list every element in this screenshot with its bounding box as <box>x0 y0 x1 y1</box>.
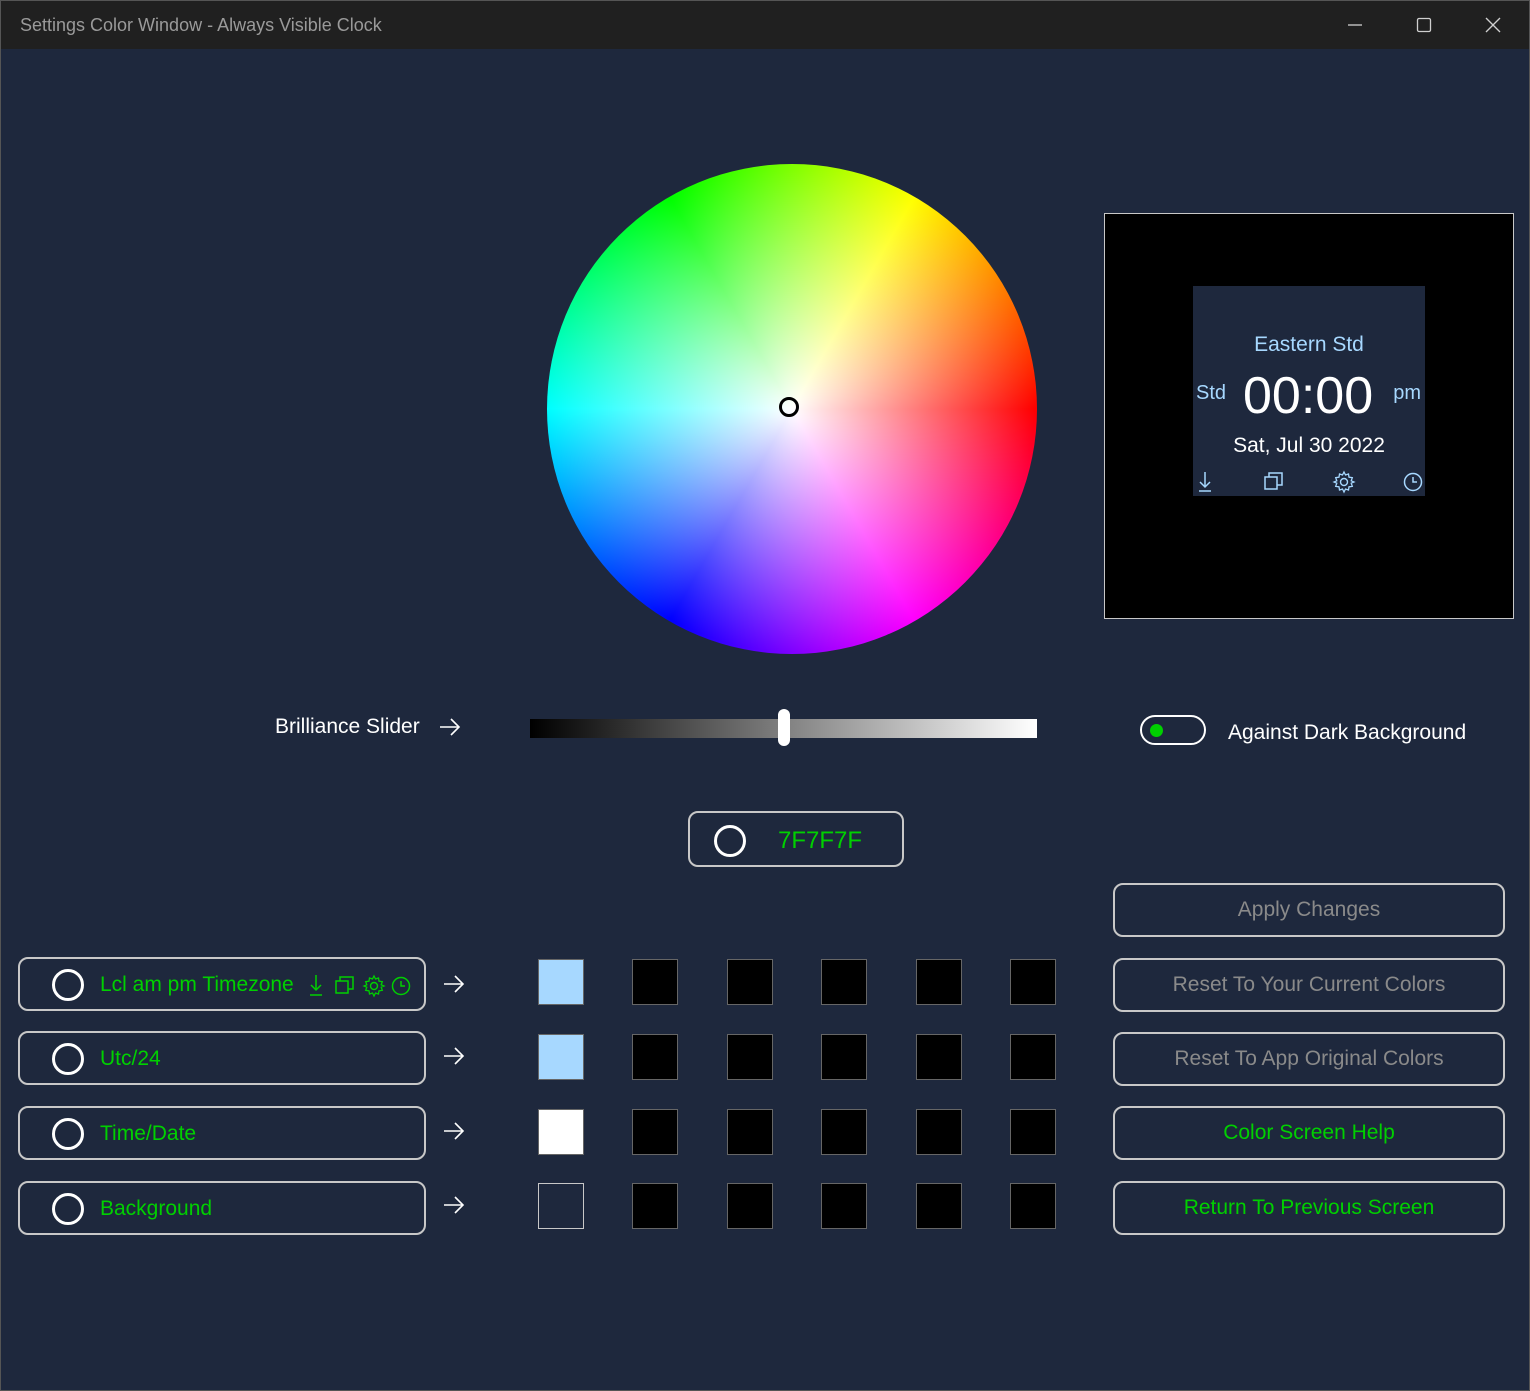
arrow-right-icon <box>442 972 466 1001</box>
arrow-right-icon <box>442 1044 466 1073</box>
timezone-row-icons <box>308 973 418 1004</box>
preview-date: Sat, Jul 30 2022 <box>1233 434 1385 457</box>
brilliance-slider-thumb[interactable] <box>777 709 790 746</box>
color-swatch[interactable] <box>1010 959 1056 1005</box>
color-swatch[interactable] <box>916 1034 962 1080</box>
reset-original-colors-button[interactable]: Reset To App Original Colors <box>1113 1032 1505 1086</box>
element-button-utc[interactable]: Utc/24 <box>18 1031 426 1085</box>
title-bar: Settings Color Window - Always Visible C… <box>1 1 1529 49</box>
download-icon <box>310 975 322 996</box>
color-swatch[interactable] <box>632 1183 678 1229</box>
color-swatch[interactable] <box>538 1183 584 1229</box>
timezone-icon-strip <box>310 974 411 998</box>
radio-circle-icon <box>52 1118 84 1150</box>
download-icon <box>1197 470 1213 497</box>
preview-std-label: Std <box>1196 382 1227 404</box>
clock-icon <box>391 976 411 996</box>
maximize-button[interactable] <box>1390 1 1458 49</box>
color-swatch[interactable] <box>727 1109 773 1155</box>
maximize-icon <box>1416 17 1432 33</box>
color-swatch[interactable] <box>821 1183 867 1229</box>
color-swatch[interactable] <box>727 959 773 1005</box>
element-button-time-date[interactable]: Time/Date <box>18 1106 426 1160</box>
element-button-background[interactable]: Background <box>18 1181 426 1235</box>
color-swatch[interactable] <box>538 1109 584 1155</box>
color-swatch[interactable] <box>1010 1109 1056 1155</box>
element-label: Background <box>100 1197 213 1220</box>
brilliance-slider-label: Brilliance Slider <box>275 715 420 738</box>
color-swatch[interactable] <box>632 959 678 1005</box>
copy-icon <box>1263 470 1285 497</box>
arrow-right-icon <box>442 1119 466 1148</box>
color-swatch[interactable] <box>821 959 867 1005</box>
preview-ampm: pm <box>1393 382 1421 404</box>
color-swatch[interactable] <box>632 1034 678 1080</box>
copy-icon <box>335 976 354 994</box>
color-swatch[interactable] <box>727 1034 773 1080</box>
close-icon <box>1485 17 1501 33</box>
color-wheel[interactable] <box>547 164 1037 654</box>
arrow-right-icon <box>438 715 462 744</box>
radio-circle-icon <box>52 1043 84 1075</box>
preview-time: 00:00 <box>1243 367 1374 425</box>
color-picker-handle[interactable] <box>779 397 799 417</box>
reset-current-colors-button[interactable]: Reset To Your Current Colors <box>1113 958 1505 1012</box>
return-previous-screen-button[interactable]: Return To Previous Screen <box>1113 1181 1505 1235</box>
radio-circle-icon <box>714 825 746 857</box>
minimize-icon <box>1348 24 1362 26</box>
color-swatch[interactable] <box>538 959 584 1005</box>
dark-background-toggle-label: Against Dark Background <box>1228 721 1467 744</box>
element-label: Time/Date <box>100 1122 197 1145</box>
toggle-knob <box>1150 724 1163 737</box>
apply-changes-button[interactable]: Apply Changes <box>1113 883 1505 937</box>
dark-background-toggle[interactable] <box>1140 715 1206 745</box>
color-swatch[interactable] <box>821 1034 867 1080</box>
element-label: Utc/24 <box>100 1047 161 1070</box>
hex-color-value: 7F7F7F <box>778 827 863 854</box>
color-swatch[interactable] <box>538 1034 584 1080</box>
color-swatch[interactable] <box>632 1109 678 1155</box>
minimize-button[interactable] <box>1321 1 1389 49</box>
element-button-timezone[interactable]: Lcl am pm Timezone <box>18 957 426 1011</box>
hex-color-box[interactable]: 7F7F7F <box>688 811 904 867</box>
color-screen-help-button[interactable]: Color Screen Help <box>1113 1106 1505 1160</box>
color-swatch[interactable] <box>1010 1034 1056 1080</box>
clock-preview: Eastern Std Std 00:00 pm Sat, Jul 30 202… <box>1193 286 1425 496</box>
color-swatch[interactable] <box>916 959 962 1005</box>
color-swatch[interactable] <box>727 1183 773 1229</box>
element-label: Lcl am pm Timezone <box>100 973 294 996</box>
close-button[interactable] <box>1459 1 1527 49</box>
clock-icon <box>1402 470 1424 497</box>
preview-icons <box>1193 470 1425 496</box>
window-title: Settings Color Window - Always Visible C… <box>20 15 382 35</box>
preview-timezone: Eastern Std <box>1254 333 1364 356</box>
radio-circle-icon <box>52 969 84 1001</box>
settings-color-window: Settings Color Window - Always Visible C… <box>0 0 1530 1391</box>
clock-preview-panel: Eastern Std Std 00:00 pm Sat, Jul 30 202… <box>1104 213 1514 619</box>
color-swatch[interactable] <box>821 1109 867 1155</box>
color-swatch[interactable] <box>916 1109 962 1155</box>
color-swatch[interactable] <box>1010 1183 1056 1229</box>
radio-circle-icon <box>52 1193 84 1225</box>
gear-icon <box>362 974 386 998</box>
color-swatch[interactable] <box>916 1183 962 1229</box>
gear-icon <box>1332 470 1356 499</box>
arrow-right-icon <box>442 1193 466 1222</box>
